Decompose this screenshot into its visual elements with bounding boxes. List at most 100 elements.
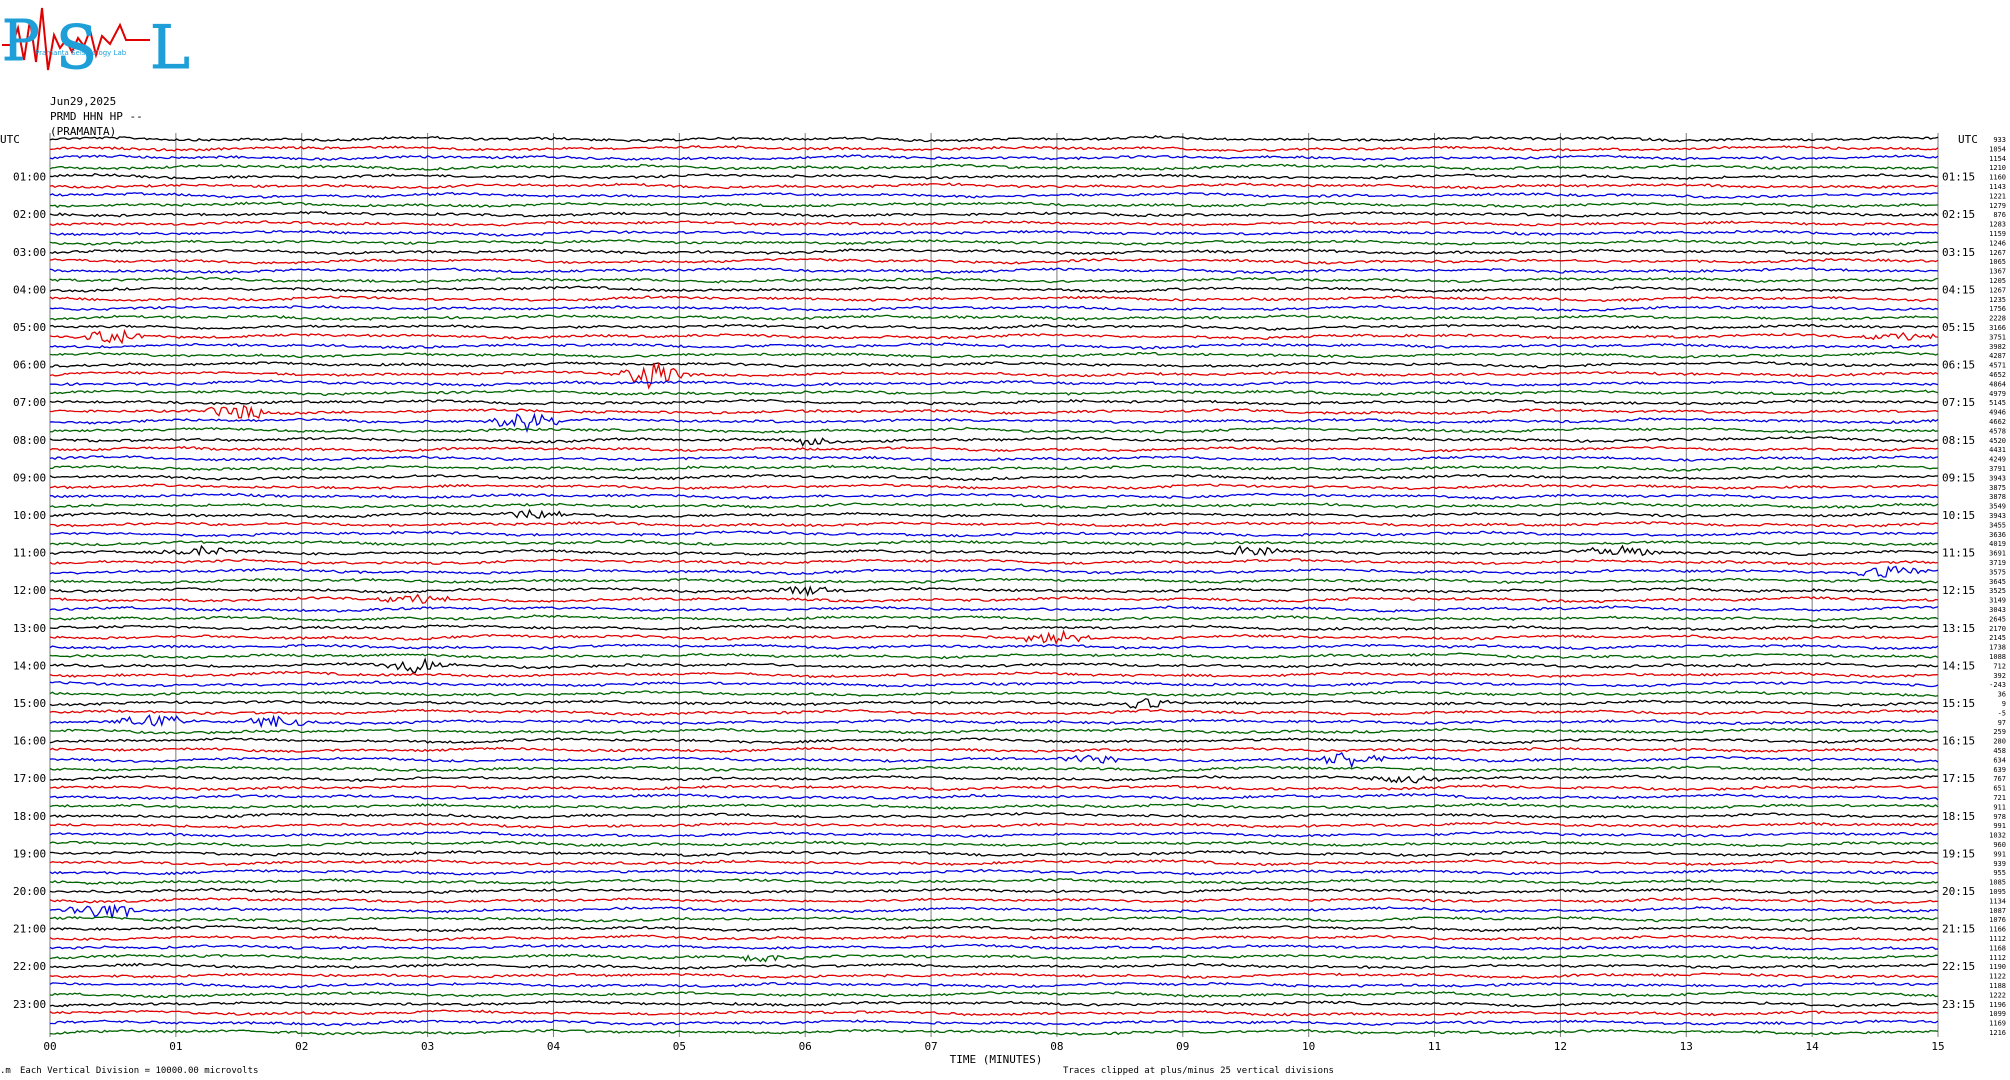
row-offset-value: 3982 [1989,343,2006,351]
row-offset-value: 259 [1993,728,2006,736]
row-offset-value: 1367 [1989,268,2006,276]
seismic-trace-row [49,624,1939,632]
seismic-trace-row [49,473,1939,482]
seismic-trace-row [49,163,1939,171]
seismic-trace-row [49,492,1939,500]
left-hour-label: 18:00 [13,810,46,823]
x-tick-label: 08 [1050,1040,1063,1053]
left-hour-label: 07:00 [13,396,46,409]
right-hour-label: 05:15 [1942,321,1975,334]
seismic-trace-row [49,887,1939,895]
seismic-trace-row [49,962,1939,970]
seismic-trace-row [49,229,1939,237]
row-offset-value: 1216 [1989,1029,2006,1037]
seismic-trace-row [49,585,1939,597]
x-tick-label: 01 [169,1040,182,1053]
row-offset-value: 933 [1993,136,2006,144]
left-hour-label: 19:00 [13,847,46,860]
seismic-trace-row [49,850,1939,858]
row-offset-value: 1279 [1989,202,2006,210]
row-offset-value: 3549 [1989,503,2006,511]
seismic-trace-row [49,840,1939,848]
row-offset-value: 3791 [1989,465,2006,473]
seismic-trace-row [49,544,1939,557]
left-hour-label: 04:00 [13,283,46,296]
seismic-trace-row [49,530,1938,538]
row-offset-value: 1190 [1989,963,2006,971]
row-offset-value: 3166 [1989,324,2006,332]
left-hour-label: 14:00 [13,659,46,672]
seismic-trace-row [49,314,1939,322]
vertical-division-note: Each Vertical Division = 10000.00 microv… [20,1066,259,1076]
x-tick-label: 05 [673,1040,686,1053]
seismic-trace-row [49,774,1939,784]
row-offset-value: 3943 [1989,512,2006,520]
seismic-trace-row [49,379,1939,387]
row-offset-value: 36 [1998,691,2006,699]
row-offset-value: 2228 [1989,315,2006,323]
row-offset-value: 4019 [1989,540,2006,548]
seismic-trace-row [49,793,1939,801]
left-hour-label: 11:00 [13,547,46,560]
seismic-trace-row [49,455,1939,462]
row-offset-value: 634 [1993,756,2006,764]
right-hour-label: 17:15 [1942,772,1975,785]
left-hour-label: 15:00 [13,697,46,710]
left-hour-label: 05:00 [13,321,46,334]
helicorder-plot: UTC UTC 01:00 02:00 03:00 04:00 05:00 06:00 07:0… [0,133,2006,1066]
row-offset-value: 1267 [1989,249,2006,257]
row-offset-value: 939 [1993,860,2006,868]
left-hour-label: 10:00 [13,509,46,522]
seismic-trace-row [49,868,1939,876]
seismic-trace-row [49,1028,1939,1036]
row-offset-value: 1065 [1989,258,2006,266]
seismic-trace-row [49,981,1939,989]
seismic-trace-row [50,520,1939,528]
right-hour-label: 02:15 [1942,208,1975,221]
left-hour-label: 20:00 [13,885,46,898]
row-offset-value: 4571 [1989,362,2006,370]
seismic-trace-row [49,172,1939,180]
seismic-trace-row [49,210,1939,218]
row-offset-value: 4662 [1989,418,2006,426]
row-offset-value: 3875 [1989,484,2006,492]
seismic-trace-row [49,1009,1939,1017]
seismic-trace-row [49,389,1939,396]
row-offset-value: 876 [1993,211,2006,219]
right-hour-label: 13:15 [1942,622,1975,635]
seismic-trace-row [49,680,1939,688]
row-offset-value: 1168 [1989,944,2006,952]
row-offset-value: 1160 [1989,174,2006,182]
seismic-trace-row [49,802,1939,810]
left-hour-label: 06:00 [13,359,46,372]
row-offset-value: 9 [2002,700,2006,708]
right-hour-label: 22:15 [1942,960,1975,973]
x-tick-label: 06 [799,1040,812,1053]
row-offset-value: 4287 [1989,352,2006,360]
seismic-trace-row [49,1000,1939,1008]
row-offset-value: 1246 [1989,239,2006,247]
row-offset-value: 4652 [1989,371,2006,379]
row-offset-value: 712 [1993,662,2006,670]
row-offset-value: 1756 [1989,305,2006,313]
right-hour-label: 14:15 [1942,659,1975,672]
seismic-trace-row [49,191,1939,199]
seismic-trace-row [49,897,1939,904]
row-offset-value: 3691 [1989,550,2006,558]
seismic-trace-row [49,784,1939,792]
seismic-trace-row [49,765,1939,773]
seismic-trace-row [49,605,1939,613]
x-tick-label: 10 [1302,1040,1315,1053]
x-tick-label: 12 [1554,1040,1567,1053]
left-hour-label: 22:00 [13,960,46,973]
left-hour-label: 02:00 [13,208,46,221]
row-offset-value: 392 [1993,672,2006,680]
row-offset-value: 1283 [1989,221,2006,229]
seismic-trace-row [49,351,1939,359]
seismic-trace-row [49,154,1939,162]
x-tick-label: 04 [547,1040,561,1053]
x-tick-label: 03 [421,1040,434,1053]
row-offset-value: 3943 [1989,474,2006,482]
row-offset-value: 1112 [1989,935,2006,943]
seismic-trace-row [49,877,1939,885]
